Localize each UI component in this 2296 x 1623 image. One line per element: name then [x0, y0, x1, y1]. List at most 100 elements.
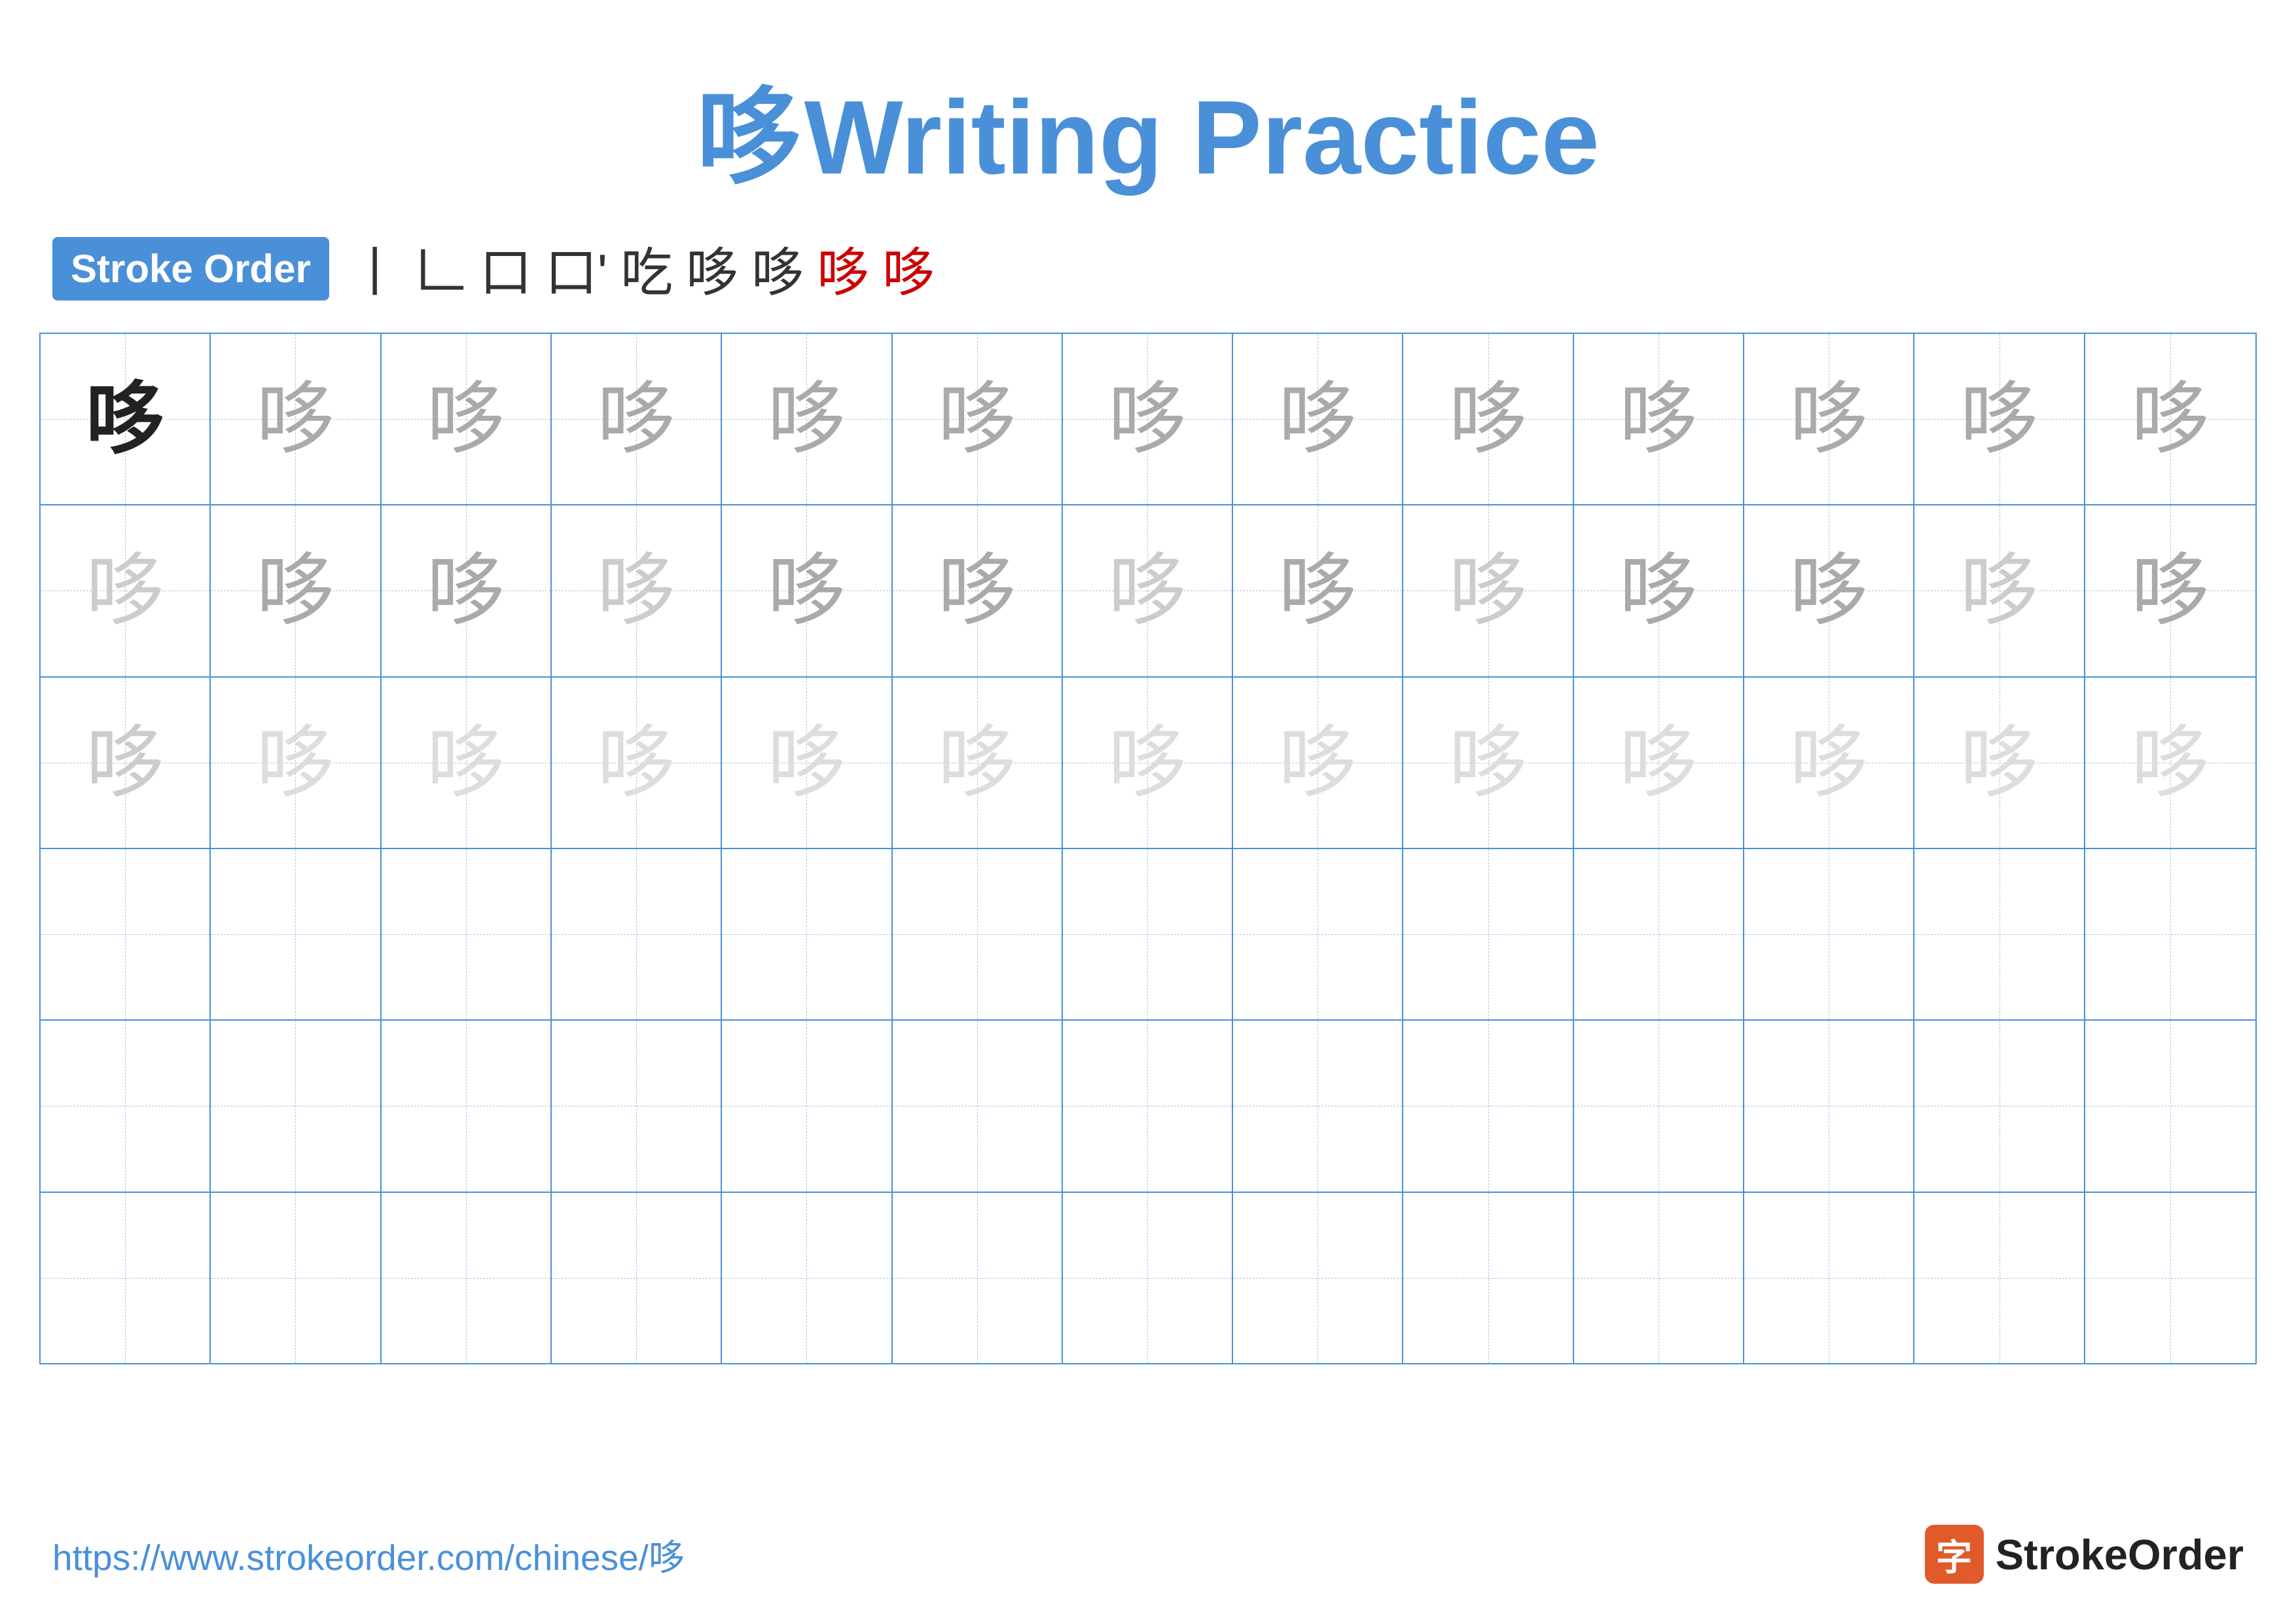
cell-1-4[interactable]: 哆 — [552, 334, 722, 504]
cell-5-10[interactable] — [1574, 1021, 1744, 1191]
cell-4-4[interactable] — [552, 849, 722, 1019]
grid-row-3: 哆 哆 哆 哆 哆 哆 哆 哆 哆 哆 哆 哆 哆 — [41, 678, 2255, 849]
cell-6-9[interactable] — [1403, 1193, 1573, 1363]
cell-2-5[interactable]: 哆 — [722, 505, 892, 676]
cell-5-1[interactable] — [41, 1021, 211, 1191]
cell-6-10[interactable] — [1574, 1193, 1744, 1363]
logo-icon: 字 — [1925, 1525, 1984, 1584]
cell-2-2[interactable]: 哆 — [211, 505, 381, 676]
cell-1-10[interactable]: 哆 — [1574, 334, 1744, 504]
logo-text: StrokeOrder — [1996, 1530, 2244, 1579]
cell-3-12[interactable]: 哆 — [1914, 678, 2085, 848]
cell-3-1[interactable]: 哆 — [41, 678, 211, 848]
cell-3-7[interactable]: 哆 — [1063, 678, 1233, 848]
page-title: 哆 Writing Practice — [0, 0, 2296, 204]
cell-4-11[interactable] — [1744, 849, 1914, 1019]
cell-1-6[interactable]: 哆 — [893, 334, 1063, 504]
footer: https://www.strokeorder.com/chinese/哆 字 … — [0, 1525, 2296, 1584]
cell-4-10[interactable] — [1574, 849, 1744, 1019]
cell-4-7[interactable] — [1063, 849, 1233, 1019]
cell-4-8[interactable] — [1233, 849, 1403, 1019]
cell-4-5[interactable] — [722, 849, 892, 1019]
cell-2-10[interactable]: 哆 — [1574, 505, 1744, 676]
cell-3-2[interactable]: 哆 — [211, 678, 381, 848]
cell-5-8[interactable] — [1233, 1021, 1403, 1191]
cell-3-5[interactable]: 哆 — [722, 678, 892, 848]
cell-1-11[interactable]: 哆 — [1744, 334, 1914, 504]
grid-row-6 — [41, 1193, 2255, 1363]
cell-4-1[interactable] — [41, 849, 211, 1019]
cell-1-1[interactable]: 哆 — [41, 334, 211, 504]
cell-2-6[interactable]: 哆 — [893, 505, 1063, 676]
cell-6-3[interactable] — [382, 1193, 552, 1363]
cell-4-6[interactable] — [893, 849, 1063, 1019]
cell-3-8[interactable]: 哆 — [1233, 678, 1403, 848]
cell-2-13[interactable]: 哆 — [2085, 505, 2255, 676]
cell-5-7[interactable] — [1063, 1021, 1233, 1191]
stroke-order-badge: Stroke Order — [52, 237, 329, 301]
cell-4-12[interactable] — [1914, 849, 2085, 1019]
cell-3-11[interactable]: 哆 — [1744, 678, 1914, 848]
grid-row-4 — [41, 849, 2255, 1021]
cell-6-5[interactable] — [722, 1193, 892, 1363]
stroke-sequence: 丨 𠃊 口 口' 吃 哆 哆 哆 哆 — [349, 230, 935, 306]
cell-4-2[interactable] — [211, 849, 381, 1019]
cell-5-5[interactable] — [722, 1021, 892, 1191]
cell-1-13[interactable]: 哆 — [2085, 334, 2255, 504]
cell-4-9[interactable] — [1403, 849, 1573, 1019]
cell-3-10[interactable]: 哆 — [1574, 678, 1744, 848]
cell-1-2[interactable]: 哆 — [211, 334, 381, 504]
cell-1-8[interactable]: 哆 — [1233, 334, 1403, 504]
cell-6-8[interactable] — [1233, 1193, 1403, 1363]
cell-2-1[interactable]: 哆 — [41, 505, 211, 676]
cell-6-12[interactable] — [1914, 1193, 2085, 1363]
stroke-8: 哆 — [817, 230, 869, 306]
footer-url[interactable]: https://www.strokeorder.com/chinese/哆 — [52, 1528, 685, 1580]
cell-6-7[interactable] — [1063, 1193, 1233, 1363]
stroke-1: 丨 — [349, 230, 401, 306]
stroke-4: 口' — [545, 230, 607, 306]
cell-3-6[interactable]: 哆 — [893, 678, 1063, 848]
stroke-5: 吃 — [620, 230, 673, 306]
grid-row-2: 哆 哆 哆 哆 哆 哆 哆 哆 哆 哆 哆 哆 哆 — [41, 505, 2255, 677]
cell-6-13[interactable] — [2085, 1193, 2255, 1363]
cell-5-11[interactable] — [1744, 1021, 1914, 1191]
cell-5-4[interactable] — [552, 1021, 722, 1191]
title-text: Writing Practice — [804, 79, 1600, 196]
cell-5-6[interactable] — [893, 1021, 1063, 1191]
cell-2-9[interactable]: 哆 — [1403, 505, 1573, 676]
cell-1-3[interactable]: 哆 — [382, 334, 552, 504]
cell-2-7[interactable]: 哆 — [1063, 505, 1233, 676]
cell-1-7[interactable]: 哆 — [1063, 334, 1233, 504]
cell-1-5[interactable]: 哆 — [722, 334, 892, 504]
cell-5-12[interactable] — [1914, 1021, 2085, 1191]
cell-6-6[interactable] — [893, 1193, 1063, 1363]
grid-row-5 — [41, 1021, 2255, 1192]
cell-5-13[interactable] — [2085, 1021, 2255, 1191]
practice-grid: 哆 哆 哆 哆 哆 哆 哆 哆 哆 哆 哆 哆 哆 哆 哆 哆 哆 哆 哆 哆 … — [39, 333, 2257, 1364]
cell-6-4[interactable] — [552, 1193, 722, 1363]
cell-5-3[interactable] — [382, 1021, 552, 1191]
cell-6-2[interactable] — [211, 1193, 381, 1363]
cell-3-3[interactable]: 哆 — [382, 678, 552, 848]
cell-5-2[interactable] — [211, 1021, 381, 1191]
cell-1-12[interactable]: 哆 — [1914, 334, 2085, 504]
cell-2-11[interactable]: 哆 — [1744, 505, 1914, 676]
cell-2-3[interactable]: 哆 — [382, 505, 552, 676]
title-char: 哆 — [696, 79, 801, 196]
stroke-3: 口 — [480, 230, 532, 306]
cell-4-3[interactable] — [382, 849, 552, 1019]
cell-2-12[interactable]: 哆 — [1914, 505, 2085, 676]
cell-1-9[interactable]: 哆 — [1403, 334, 1573, 504]
cell-6-1[interactable] — [41, 1193, 211, 1363]
stroke-2: 𠃊 — [414, 230, 467, 306]
cell-3-13[interactable]: 哆 — [2085, 678, 2255, 848]
cell-3-9[interactable]: 哆 — [1403, 678, 1573, 848]
grid-row-1: 哆 哆 哆 哆 哆 哆 哆 哆 哆 哆 哆 哆 哆 — [41, 334, 2255, 505]
cell-2-8[interactable]: 哆 — [1233, 505, 1403, 676]
cell-2-4[interactable]: 哆 — [552, 505, 722, 676]
cell-3-4[interactable]: 哆 — [552, 678, 722, 848]
cell-4-13[interactable] — [2085, 849, 2255, 1019]
cell-6-11[interactable] — [1744, 1193, 1914, 1363]
cell-5-9[interactable] — [1403, 1021, 1573, 1191]
